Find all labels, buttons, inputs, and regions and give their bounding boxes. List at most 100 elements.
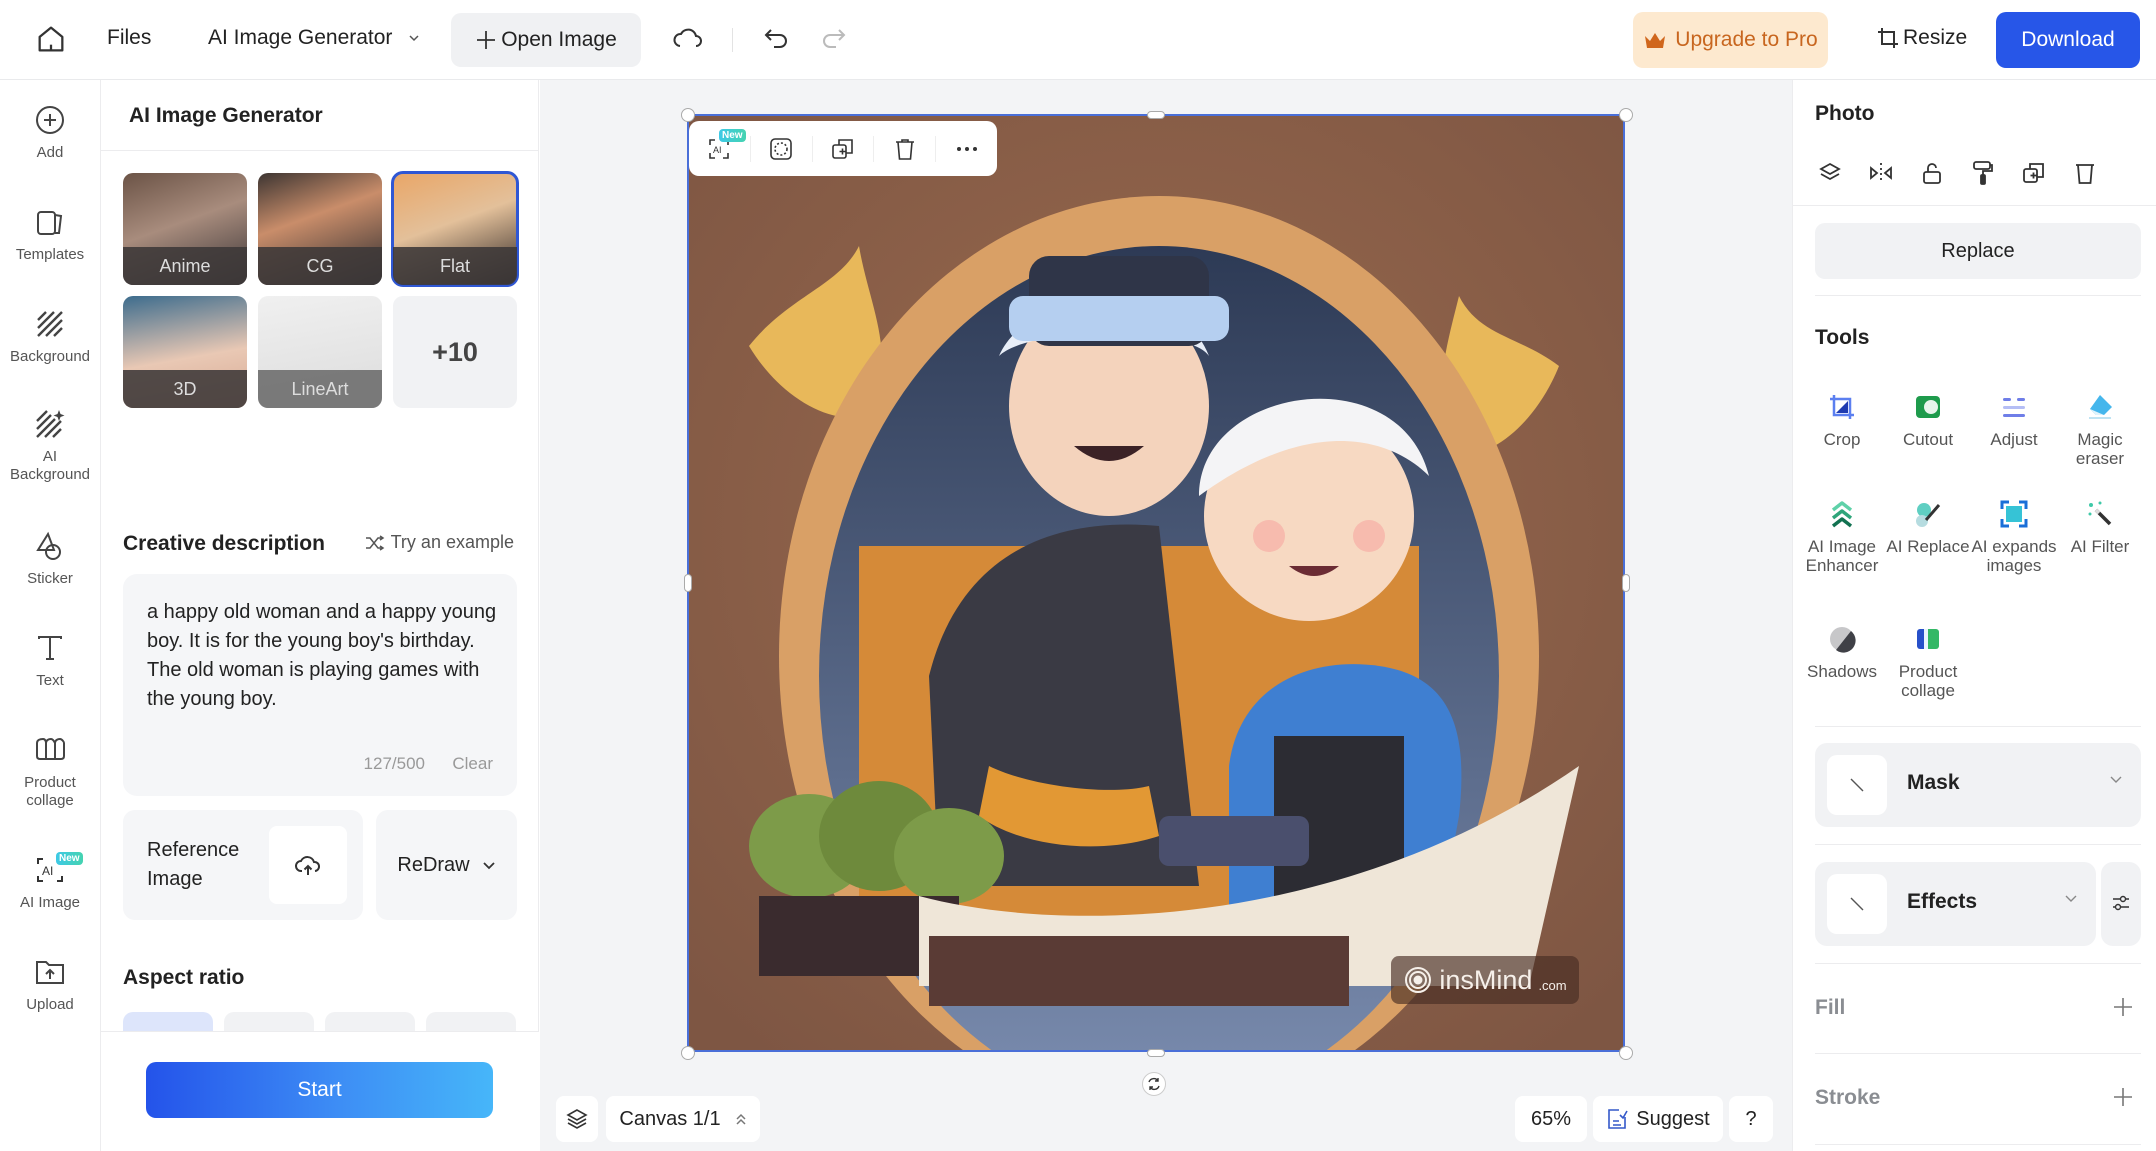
crown-icon bbox=[1643, 30, 1667, 50]
tool-magic-eraser[interactable]: Magic eraser bbox=[2057, 390, 2143, 468]
start-button[interactable]: Start bbox=[146, 1062, 493, 1118]
resize-label: Resize bbox=[1903, 26, 1968, 49]
magic-wand-icon bbox=[2086, 497, 2114, 531]
rail-item-templates[interactable]: Templates bbox=[0, 202, 100, 264]
description-value[interactable]: a happy old woman and a happy young boy.… bbox=[147, 598, 497, 714]
tool-label: Adjust bbox=[1990, 430, 2038, 449]
resize-handle-tl[interactable] bbox=[681, 108, 695, 122]
rail-item-product-collage[interactable]: Product collage bbox=[0, 730, 100, 810]
resize-button[interactable]: Resize bbox=[1877, 26, 1967, 50]
effects-settings-button[interactable] bbox=[2101, 862, 2141, 946]
canvas-page-selector[interactable]: Canvas 1/1 bbox=[606, 1096, 760, 1142]
rail-item-sticker[interactable]: Sticker bbox=[0, 526, 100, 588]
rail-item-upload[interactable]: Upload bbox=[0, 952, 100, 1014]
resize-handle-left[interactable] bbox=[684, 574, 692, 592]
resize-handle-right[interactable] bbox=[1622, 574, 1630, 592]
tool-cutout[interactable]: Cutout bbox=[1885, 390, 1971, 449]
panel-title: AI Image Generator bbox=[129, 104, 323, 127]
left-tool-rail: Add Templates Background AI Background S… bbox=[0, 80, 101, 1151]
plus-circle-icon bbox=[34, 100, 66, 140]
resize-handle-br[interactable] bbox=[1619, 1046, 1633, 1060]
svg-text:AI: AI bbox=[42, 864, 53, 878]
project-name-dropdown[interactable]: AI Image Generator bbox=[208, 26, 420, 50]
canvas-image[interactable]: insMind .com bbox=[687, 114, 1625, 1052]
tool-ai-image-enhancer[interactable]: AI Image Enhancer bbox=[1799, 497, 1885, 575]
delete-button[interactable] bbox=[874, 121, 935, 176]
trash-icon bbox=[893, 137, 917, 161]
redraw-dropdown[interactable]: ReDraw bbox=[376, 810, 517, 920]
open-image-button[interactable]: Open Image bbox=[451, 13, 641, 67]
cloud-sync-icon[interactable] bbox=[672, 24, 704, 54]
download-button[interactable]: Download bbox=[1996, 12, 2140, 68]
resize-handle-bl[interactable] bbox=[681, 1046, 695, 1060]
resize-handle-tr[interactable] bbox=[1619, 108, 1633, 122]
rail-item-background[interactable]: Background bbox=[0, 304, 100, 366]
zoom-level[interactable]: 65% bbox=[1515, 1096, 1587, 1142]
files-menu[interactable]: Files bbox=[107, 26, 151, 50]
flip-icon[interactable] bbox=[1866, 158, 1895, 187]
chevron-down-icon bbox=[408, 34, 420, 42]
rail-item-add[interactable]: Add bbox=[0, 100, 100, 162]
duplicate-icon[interactable] bbox=[2019, 158, 2048, 187]
style-card-cg[interactable]: CG bbox=[258, 173, 382, 285]
resize-handle-bottom[interactable] bbox=[1147, 1049, 1165, 1057]
style-card-3d[interactable]: 3D bbox=[123, 296, 247, 408]
replace-button[interactable]: Replace bbox=[1815, 223, 2141, 279]
rail-label: AI Background bbox=[9, 448, 91, 483]
reference-upload-button[interactable] bbox=[269, 826, 347, 904]
tool-ai-filter[interactable]: AI Filter bbox=[2057, 497, 2143, 556]
creative-description-title: Creative description bbox=[123, 532, 325, 555]
style-label: Anime bbox=[123, 247, 247, 285]
style-card-lineart[interactable]: LineArt bbox=[258, 296, 382, 408]
redo-icon[interactable] bbox=[818, 24, 848, 54]
undo-icon[interactable] bbox=[762, 24, 792, 54]
tool-ai-replace[interactable]: AI Replace bbox=[1885, 497, 1971, 556]
rotate-handle[interactable] bbox=[1142, 1072, 1166, 1096]
watermark-brand: insMind bbox=[1439, 964, 1533, 995]
suggest-label: Suggest bbox=[1636, 1107, 1710, 1130]
tool-ai-expand[interactable]: AI expands images bbox=[1971, 497, 2057, 575]
effects-accordion[interactable]: Effects bbox=[1815, 862, 2096, 946]
description-textarea[interactable]: a happy old woman and a happy young boy.… bbox=[123, 574, 517, 796]
more-styles-button[interactable]: +10 bbox=[393, 296, 517, 408]
clear-button[interactable]: Clear bbox=[452, 754, 493, 774]
tool-adjust[interactable]: Adjust bbox=[1971, 390, 2057, 449]
rail-label: Sticker bbox=[27, 570, 73, 587]
style-card-anime[interactable]: Anime bbox=[123, 173, 247, 285]
style-label: 3D bbox=[123, 370, 247, 408]
upgrade-to-pro-button[interactable]: Upgrade to Pro bbox=[1633, 12, 1828, 68]
paint-roller-icon[interactable] bbox=[1968, 158, 1997, 187]
home-icon[interactable] bbox=[34, 22, 68, 56]
try-example-button[interactable]: Try an example bbox=[365, 532, 514, 553]
canvas-area: insMind .com AI New Canvas 1/1 65% Sugge… bbox=[540, 80, 1792, 1151]
rail-item-ai-image[interactable]: AI New AI Image bbox=[0, 850, 100, 912]
resize-handle-top[interactable] bbox=[1147, 111, 1165, 119]
tool-product-collage[interactable]: Product collage bbox=[1885, 622, 1971, 700]
add-fill-icon[interactable] bbox=[2112, 996, 2134, 1018]
generated-illustration bbox=[689, 116, 1623, 1050]
duplicate-button[interactable] bbox=[813, 121, 874, 176]
add-stroke-icon[interactable] bbox=[2112, 1086, 2134, 1108]
select-subject-button[interactable] bbox=[751, 121, 812, 176]
tool-shadows[interactable]: Shadows bbox=[1799, 622, 1885, 681]
suggest-button[interactable]: Suggest bbox=[1593, 1096, 1723, 1142]
fill-label: Fill bbox=[1815, 996, 1846, 1019]
layers-button[interactable] bbox=[556, 1096, 598, 1142]
mask-accordion[interactable]: Mask bbox=[1815, 743, 2141, 827]
sticker-shapes-icon bbox=[34, 526, 66, 566]
more-options-button[interactable] bbox=[936, 121, 997, 176]
tool-label: Shadows bbox=[1807, 662, 1877, 681]
layers-icon[interactable] bbox=[1815, 158, 1844, 187]
unlock-icon[interactable] bbox=[1917, 158, 1946, 187]
rail-item-text[interactable]: Text bbox=[0, 628, 100, 690]
style-card-flat[interactable]: Flat bbox=[391, 171, 519, 287]
duplicate-icon bbox=[831, 137, 855, 161]
rail-label: Product collage bbox=[24, 774, 76, 809]
trash-icon[interactable] bbox=[2070, 158, 2099, 187]
ai-image-button[interactable]: AI New bbox=[689, 121, 750, 176]
rail-item-ai-background[interactable]: AI Background bbox=[0, 404, 100, 484]
help-button[interactable]: ? bbox=[1729, 1096, 1773, 1142]
tool-crop[interactable]: Crop bbox=[1799, 390, 1885, 449]
divider bbox=[1815, 726, 2141, 727]
divider bbox=[1815, 1053, 2141, 1054]
